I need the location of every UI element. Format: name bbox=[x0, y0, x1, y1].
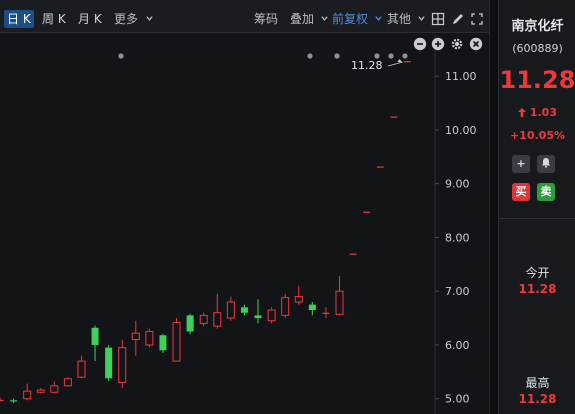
annotation-arrowhead bbox=[397, 59, 403, 63]
candle-body bbox=[254, 315, 262, 319]
settings-icon[interactable] bbox=[450, 37, 464, 51]
candle-body bbox=[199, 314, 208, 324]
candle-body bbox=[186, 315, 194, 332]
event-marker bbox=[374, 53, 380, 59]
y-tick-label: 8.00 bbox=[445, 231, 470, 244]
zoom-in-icon[interactable] bbox=[431, 37, 445, 51]
annotation-arrow bbox=[387, 61, 403, 67]
chevron-down-icon bbox=[321, 16, 328, 21]
price-change-value: 1.03 bbox=[529, 106, 557, 119]
candle-body bbox=[363, 211, 371, 213]
more-label: 更多 bbox=[114, 12, 139, 26]
candle-body bbox=[50, 385, 59, 393]
candle-body bbox=[267, 309, 276, 322]
chart-toolbar: 日 K 周 K 月 K 更多 筹码 叠加 前复权 其他 bbox=[0, 0, 489, 33]
buy-button[interactable]: 买 bbox=[512, 183, 530, 201]
kline-chart[interactable]: 11.00 10.00 9.00 8.00 7.00 6.00 5.00 11.28 bbox=[0, 34, 489, 414]
arrow-up-icon bbox=[518, 108, 526, 117]
adjust-label: 前复权 bbox=[332, 12, 369, 26]
candle-body bbox=[91, 327, 99, 345]
overlay-label: 叠加 bbox=[290, 12, 315, 26]
chevron-down-icon bbox=[375, 16, 382, 21]
y-tick-label: 10.00 bbox=[445, 124, 477, 137]
other-menu[interactable]: 其他 bbox=[387, 12, 426, 26]
stock-code: (600889) bbox=[512, 42, 563, 55]
candle-body bbox=[105, 347, 113, 379]
candle-body bbox=[322, 312, 330, 314]
candle-body bbox=[0, 399, 4, 401]
event-marker bbox=[388, 53, 394, 59]
candle-body bbox=[403, 61, 411, 63]
y-tick-label: 5.00 bbox=[445, 393, 470, 406]
open-label: 今开 bbox=[525, 266, 550, 280]
current-price: 11.28 bbox=[499, 66, 575, 94]
candle-body bbox=[213, 312, 222, 327]
candle-body bbox=[240, 307, 248, 313]
high-label: 最高 bbox=[525, 376, 550, 390]
zoom-out-icon[interactable] bbox=[413, 37, 427, 51]
fullscreen-icon[interactable] bbox=[470, 12, 484, 26]
y-tick-label: 7.00 bbox=[445, 285, 470, 298]
tab-daily-k[interactable]: 日 K bbox=[4, 10, 34, 28]
more-menu[interactable]: 更多 bbox=[114, 12, 154, 26]
candlestick-chart[interactable]: 11.00 10.00 9.00 8.00 7.00 6.00 5.00 11.28 bbox=[0, 34, 489, 414]
candle-body bbox=[376, 166, 384, 168]
panel-divider[interactable] bbox=[489, 0, 498, 414]
chevron-down-icon bbox=[146, 16, 153, 21]
stock-name: 南京化纤 bbox=[511, 19, 564, 34]
candle-body bbox=[172, 321, 181, 362]
chips-button[interactable]: 筹码 bbox=[254, 12, 278, 26]
other-label: 其他 bbox=[387, 12, 412, 26]
add-watchlist-button[interactable]: + bbox=[512, 155, 530, 173]
candle-body bbox=[23, 390, 32, 400]
candle-body bbox=[10, 400, 18, 402]
candle-body bbox=[159, 335, 167, 351]
candle-body bbox=[281, 297, 290, 316]
price-change-percent: +10.05% bbox=[509, 129, 566, 142]
panel-separator bbox=[499, 218, 575, 219]
price-change: 1.03 bbox=[499, 106, 575, 119]
event-marker bbox=[307, 53, 313, 59]
candle-body bbox=[63, 378, 72, 387]
sell-button[interactable]: 卖 bbox=[537, 183, 555, 201]
last-price-annotation: 11.28 bbox=[351, 59, 383, 72]
candle-body bbox=[308, 304, 316, 311]
candle-body bbox=[77, 360, 86, 378]
adjust-menu[interactable]: 前复权 bbox=[332, 12, 383, 26]
y-tick-label: 9.00 bbox=[445, 178, 470, 191]
event-marker bbox=[402, 53, 408, 59]
bell-icon bbox=[542, 158, 550, 168]
candle-body bbox=[294, 296, 303, 303]
chevron-down-icon bbox=[418, 16, 425, 21]
event-marker bbox=[118, 53, 124, 59]
candle-body bbox=[36, 389, 45, 393]
grid-layout-icon[interactable] bbox=[431, 12, 445, 26]
candle-body bbox=[118, 347, 127, 384]
open-value: 11.28 bbox=[518, 282, 557, 296]
tab-weekly-k[interactable]: 周 K bbox=[39, 10, 69, 28]
candle-body bbox=[349, 253, 357, 255]
event-marker bbox=[334, 53, 340, 59]
y-tick-label: 6.00 bbox=[445, 339, 470, 352]
candle-body bbox=[390, 116, 398, 118]
y-tick-label: 11.00 bbox=[445, 70, 477, 83]
draw-pen-icon[interactable] bbox=[451, 12, 465, 26]
candle-body bbox=[335, 290, 344, 315]
candle-body bbox=[226, 301, 235, 319]
close-icon[interactable] bbox=[469, 37, 483, 51]
candle-body bbox=[131, 332, 140, 341]
high-value: 11.28 bbox=[518, 392, 557, 406]
overlay-menu[interactable]: 叠加 bbox=[290, 12, 329, 26]
quote-panel: 南京化纤 (600889) 11.28 1.03 +10.05% + 买 卖 今… bbox=[498, 0, 575, 414]
alert-button[interactable] bbox=[537, 155, 555, 173]
tab-monthly-k[interactable]: 月 K bbox=[75, 10, 105, 28]
candle-body bbox=[145, 331, 154, 346]
